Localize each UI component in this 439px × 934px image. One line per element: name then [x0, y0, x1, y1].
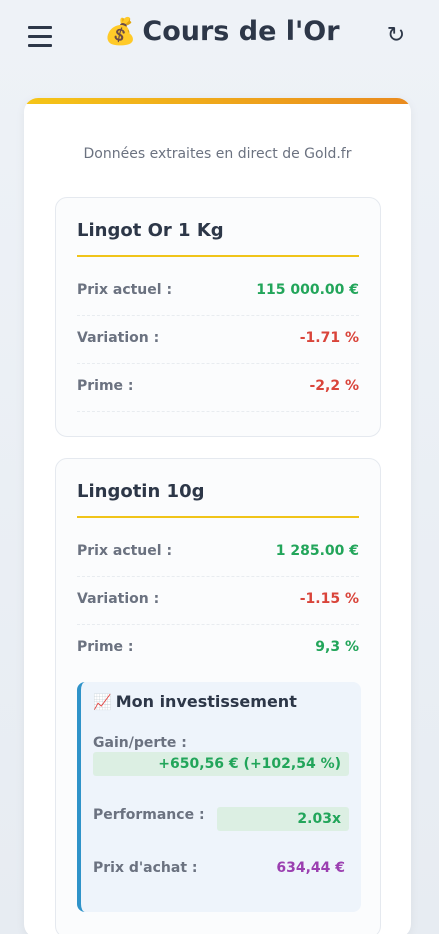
hamburger-menu-icon[interactable] — [28, 26, 52, 48]
performance-value: 2.03x — [217, 807, 349, 831]
product-title: Lingotin 10g — [77, 481, 205, 502]
app-header: 💰 Cours de l'Or ↻ — [0, 0, 439, 80]
premium-row: Prime : -2,2 % — [77, 364, 359, 412]
page-title: 💰 Cours de l'Or — [104, 16, 340, 47]
refresh-icon[interactable]: ↻ — [384, 24, 408, 48]
gain-label: Gain/perte : — [93, 735, 187, 751]
price-label: Prix actuel : — [77, 282, 173, 298]
premium-label: Prime : — [77, 378, 134, 394]
premium-value: -2,2 % — [309, 378, 359, 394]
gain-value: +650,56 € (+102,54 %) — [93, 752, 349, 776]
product-title: Lingot Or 1 Kg — [77, 220, 224, 241]
product-card-lingotin-10g: Lingotin 10g Prix actuel : 1 285.00 € Va… — [55, 458, 381, 934]
purchase-value: 634,44 € — [276, 860, 345, 876]
premium-label: Prime : — [77, 639, 134, 655]
title-divider — [77, 516, 359, 518]
price-value: 115 000.00 € — [256, 282, 359, 298]
product-card-lingot-1kg: Lingot Or 1 Kg Prix actuel : 115 000.00 … — [55, 197, 381, 437]
variation-row: Variation : -1.71 % — [77, 316, 359, 364]
investment-panel: 📈 Mon investissement Gain/perte : +650,56… — [77, 682, 361, 912]
premium-row: Prime : 9,3 % — [77, 625, 359, 673]
page-title-text: Cours de l'Or — [142, 16, 340, 47]
premium-value: 9,3 % — [315, 639, 359, 655]
price-row: Prix actuel : 1 285.00 € — [77, 529, 359, 577]
variation-value: -1.71 % — [299, 330, 359, 346]
variation-label: Variation : — [77, 330, 160, 346]
variation-value: -1.15 % — [299, 591, 359, 607]
price-label: Prix actuel : — [77, 543, 173, 559]
main-card: Données extraites en direct de Gold.fr L… — [24, 98, 411, 934]
investment-title: 📈 Mon investissement — [93, 692, 297, 711]
purchase-label: Prix d'achat : — [93, 860, 198, 876]
variation-row: Variation : -1.15 % — [77, 577, 359, 625]
variation-label: Variation : — [77, 591, 160, 607]
money-bag-icon: 💰 — [104, 17, 137, 47]
title-divider — [77, 255, 359, 257]
performance-label: Performance : — [93, 807, 205, 823]
investment-title-text: Mon investissement — [115, 692, 297, 711]
source-text: Données extraites en direct de Gold.fr — [83, 146, 352, 162]
price-row: Prix actuel : 115 000.00 € — [77, 268, 359, 316]
price-value: 1 285.00 € — [275, 543, 359, 559]
chart-increasing-icon: 📈 — [93, 693, 112, 711]
